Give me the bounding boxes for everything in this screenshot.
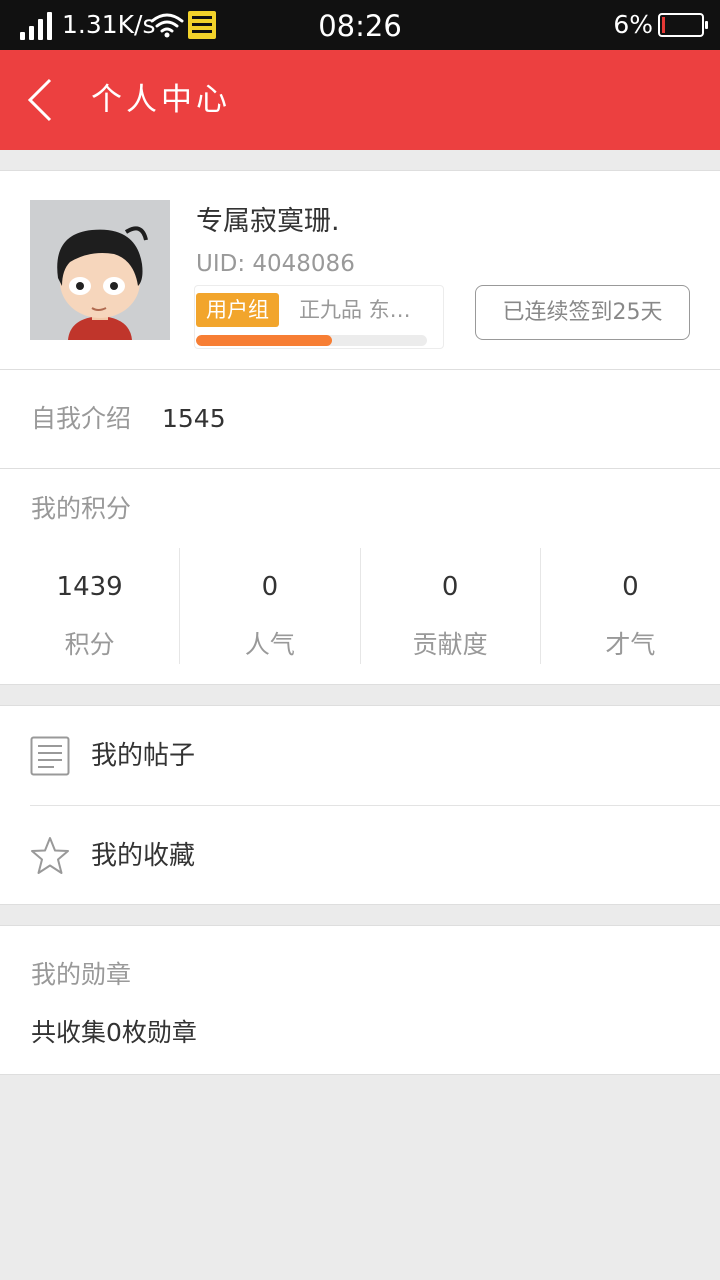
back-button[interactable]	[20, 76, 64, 124]
point-cell-popularity: 0 人气	[179, 548, 359, 664]
point-cell-talent: 0 才气	[539, 548, 720, 664]
point-label: 积分	[64, 630, 115, 659]
medals-summary: 共收集0枚勋章	[31, 1018, 197, 1047]
status-bar: 1.31K/s 08:26 6%	[0, 0, 720, 50]
level-progress-fill	[196, 335, 333, 346]
menu-item-my-posts[interactable]: 我的帖子	[0, 706, 720, 806]
user-group-badge: 用户组	[196, 293, 279, 327]
battery-percent: 6%	[613, 10, 653, 39]
menu-label: 我的收藏	[91, 841, 196, 871]
point-cell-contribution: 0 贡献度	[359, 548, 540, 664]
point-value: 0	[261, 572, 279, 602]
point-label: 贡献度	[412, 630, 488, 659]
points-section: 我的积分 1439 积分 0 人气 0 贡献度 0 才气	[0, 469, 720, 685]
self-intro-label: 自我介绍	[31, 404, 132, 433]
user-group-name: 正九品 东…	[299, 298, 411, 322]
menu-label: 我的帖子	[91, 741, 196, 771]
battery-level-fill	[662, 17, 665, 33]
profile-card: 专属寂寞珊. UID: 4048086 用户组 正九品 东… 已连续签到25天	[0, 170, 720, 370]
level-progress-bar	[196, 335, 427, 346]
medals-title: 我的勋章	[31, 960, 132, 989]
point-value: 1439	[56, 572, 123, 602]
point-label: 才气	[605, 630, 656, 659]
page-title: 个人中心	[91, 82, 231, 118]
point-value: 0	[622, 572, 639, 602]
menu-list: 我的帖子 我的收藏	[0, 705, 720, 905]
chevron-left-icon	[27, 78, 52, 122]
point-value: 0	[441, 572, 459, 602]
document-icon	[30, 736, 70, 776]
self-intro-value: 1545	[162, 404, 226, 433]
point-label: 人气	[244, 630, 295, 659]
user-id: UID: 4048086	[196, 251, 355, 277]
avatar[interactable]	[30, 200, 170, 340]
menu-item-my-favorites[interactable]: 我的收藏	[0, 806, 720, 906]
star-icon	[31, 837, 69, 874]
points-title: 我的积分	[31, 494, 132, 523]
point-cell-score: 1439 积分	[0, 548, 179, 664]
battery-icon	[658, 13, 708, 37]
user-group-box: 用户组 正九品 东…	[194, 285, 444, 349]
self-intro-row[interactable]: 自我介绍 1545	[0, 370, 720, 469]
clock: 08:26	[318, 9, 402, 43]
avatar-image	[30, 200, 170, 340]
checkin-button[interactable]: 已连续签到25天	[475, 285, 690, 340]
points-grid: 1439 积分 0 人气 0 贡献度 0 才气	[0, 548, 720, 664]
app-bar: 个人中心	[0, 50, 720, 150]
medals-section[interactable]: 我的勋章 共收集0枚勋章	[0, 925, 720, 1075]
username: 专属寂寞珊.	[196, 206, 340, 237]
